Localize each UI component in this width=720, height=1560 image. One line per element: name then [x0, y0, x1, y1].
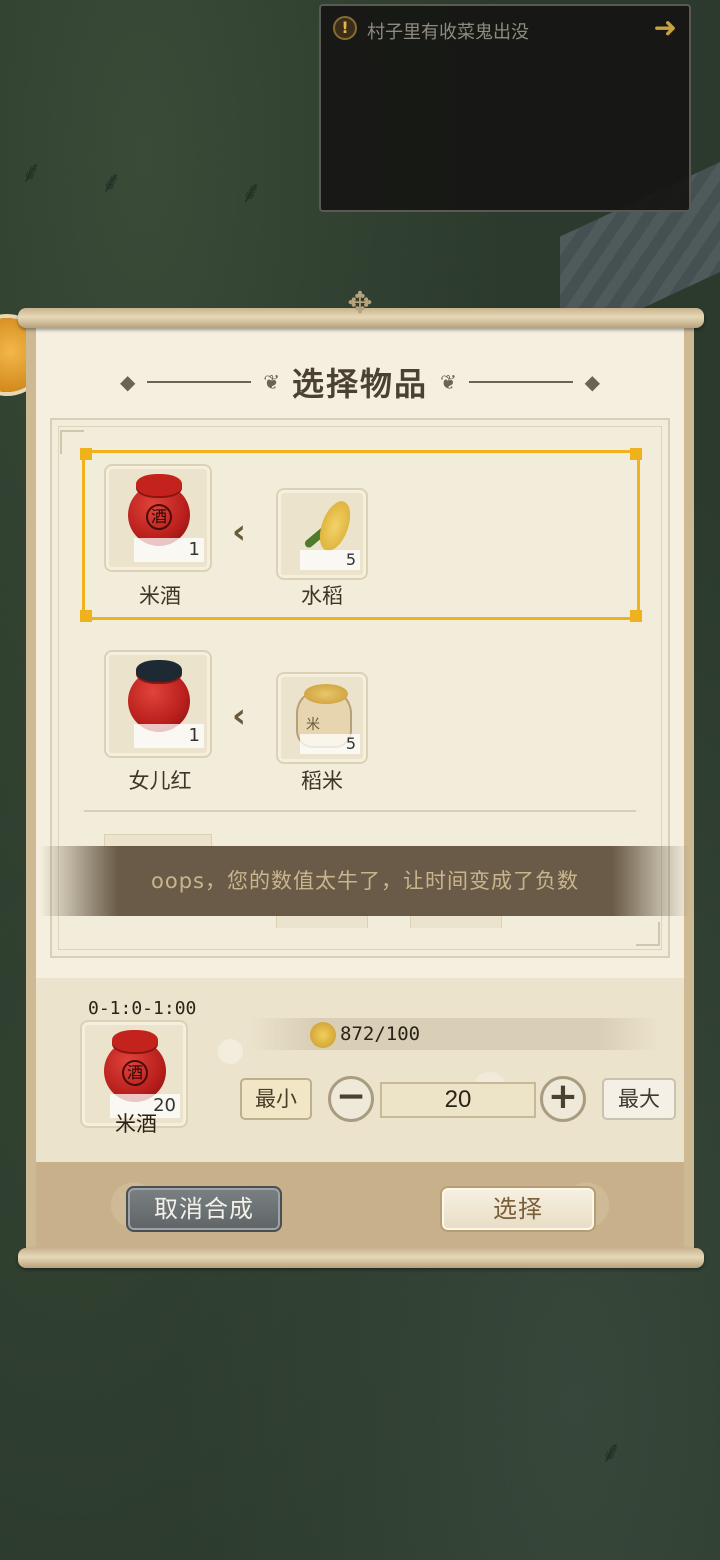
minus-button[interactable]: − — [328, 1076, 374, 1122]
dialog-title-row: ◆ ❦ 选择物品 ❦ ◆ — [120, 360, 600, 404]
product-slot[interactable]: 酒 1 — [104, 464, 212, 572]
craft-item-name: 米酒 — [115, 1112, 157, 1136]
weed-decoration: ⸙ — [20, 155, 43, 190]
title-divider — [147, 381, 252, 383]
ornament-icon: ❦ — [440, 370, 457, 394]
quantity-input[interactable]: 20 — [380, 1082, 536, 1118]
ornament-icon: ❦ — [263, 370, 280, 394]
ingredient-name: 水稻 — [301, 584, 343, 608]
ingredient-slot[interactable]: 5 — [276, 488, 368, 580]
notification-text: 村子里有收菜鬼出没 — [367, 22, 529, 43]
weed-decoration: ⸙ — [100, 165, 123, 200]
ingredient-slot[interactable] — [276, 914, 368, 928]
plus-button[interactable]: + — [540, 1076, 586, 1122]
max-button[interactable]: 最大 — [602, 1078, 676, 1120]
arrow-right-icon[interactable]: ➜ — [654, 14, 677, 42]
corner-ornament — [636, 922, 660, 946]
chevron-left-icon: ‹ — [232, 696, 247, 736]
exclamation-icon: ! — [333, 16, 357, 40]
rice-plant-icon — [310, 1022, 336, 1048]
rice-wine-jar-icon: 酒 — [104, 1030, 166, 1102]
weed-decoration: ⸙ — [240, 175, 263, 210]
rice-wine-jar-icon: 酒 — [128, 474, 190, 546]
ornament-icon: ◆ — [584, 370, 601, 394]
list-divider — [84, 810, 636, 812]
ingredient-count: 5 — [300, 550, 360, 570]
min-button[interactable]: 最小 — [240, 1078, 312, 1120]
notification-panel[interactable]: ! 村子里有收菜鬼出没 ➜ — [319, 4, 691, 212]
craft-time: 0-1:0-1:00 — [88, 998, 197, 1019]
cancel-craft-button[interactable]: 取消合成 — [126, 1186, 282, 1232]
ingredient-slot[interactable]: 米 5 — [276, 672, 368, 764]
ingredient-count: 5 — [300, 734, 360, 754]
scroll-rod-bottom — [18, 1248, 704, 1268]
ornament-icon: ◆ — [120, 370, 136, 394]
select-button[interactable]: 选择 — [440, 1186, 596, 1232]
title-divider — [468, 381, 573, 383]
product-name: 女儿红 — [128, 769, 192, 793]
ingredient-name: 稻米 — [301, 769, 343, 793]
inventory-count: 872/100 — [340, 1023, 421, 1045]
product-count: 1 — [134, 538, 204, 562]
weed-decoration: ⸙ — [600, 1435, 623, 1470]
nuerhong-wine-jar-icon — [128, 660, 190, 732]
error-toast: oops，您的数值太牛了，让时间变成了负数 — [40, 846, 690, 916]
product-count: 1 — [134, 724, 204, 748]
chevron-left-icon: ‹ — [232, 512, 247, 552]
product-name: 米酒 — [139, 584, 181, 608]
knot-ornament-icon: ✥ — [347, 286, 373, 321]
product-slot[interactable]: 1 — [104, 650, 212, 758]
ingredient-slot[interactable] — [410, 914, 502, 928]
dialog-title: 选择物品 — [292, 365, 429, 403]
